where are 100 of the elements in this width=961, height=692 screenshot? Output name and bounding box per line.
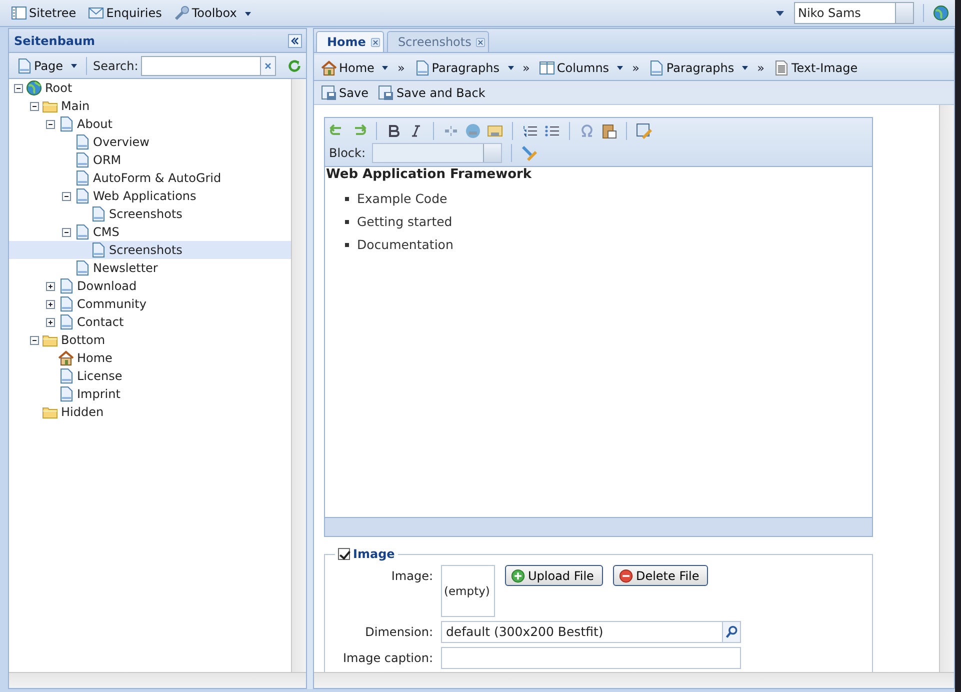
expand-toggle-icon[interactable] bbox=[45, 316, 56, 328]
envelope-icon bbox=[88, 5, 104, 21]
tree-item[interactable]: Newsletter bbox=[9, 259, 291, 277]
tree-item[interactable]: About bbox=[9, 115, 291, 133]
toolbar-button[interactable]: Enquiries bbox=[85, 2, 165, 24]
page-icon bbox=[90, 242, 106, 258]
tree-item[interactable]: License bbox=[9, 367, 291, 385]
tree-item[interactable]: Bottom bbox=[9, 331, 291, 349]
toolbar-button[interactable]: Toolbox bbox=[170, 2, 254, 24]
breadcrumb-button[interactable]: Columns bbox=[536, 56, 626, 78]
collapse-toggle-icon[interactable] bbox=[61, 190, 72, 202]
section-title: Image bbox=[353, 547, 395, 561]
tree-item[interactable]: Imprint bbox=[9, 385, 291, 403]
toolbar-button[interactable]: Sitetree bbox=[8, 2, 80, 24]
bullet-list-icon[interactable] bbox=[544, 123, 560, 139]
expand-toggle-icon[interactable] bbox=[45, 298, 56, 310]
tree-item[interactable]: AutoForm & AutoGrid bbox=[9, 169, 291, 187]
globe-icon bbox=[26, 80, 42, 96]
breadcrumb-button[interactable]: Text-Image bbox=[770, 56, 861, 78]
close-icon[interactable] bbox=[475, 36, 486, 48]
tree-item[interactable]: Contact bbox=[9, 313, 291, 331]
page-icon bbox=[74, 260, 90, 276]
tree-item[interactable]: Screenshots bbox=[9, 241, 291, 259]
collapse-toggle-icon[interactable] bbox=[13, 82, 24, 94]
save-icon bbox=[321, 84, 337, 100]
house-icon bbox=[58, 350, 74, 366]
tree-item[interactable]: ORM bbox=[9, 151, 291, 169]
paste-icon[interactable] bbox=[601, 123, 617, 139]
collapse-toggle-icon[interactable] bbox=[29, 100, 40, 112]
tree-item[interactable]: Root bbox=[9, 79, 291, 97]
clear-button[interactable] bbox=[261, 56, 276, 76]
tree-label: License bbox=[77, 369, 122, 383]
tree-label: Community bbox=[77, 297, 146, 311]
tree-item[interactable]: Community bbox=[9, 295, 291, 313]
tree-item[interactable]: CMS bbox=[9, 223, 291, 241]
breadcrumb-button[interactable]: Paragraphs bbox=[645, 56, 752, 78]
page-icon bbox=[58, 368, 74, 384]
tree-item[interactable]: Download bbox=[9, 277, 291, 295]
edit-icon[interactable] bbox=[636, 123, 652, 139]
block-label: Block: bbox=[329, 146, 366, 160]
scrollbar[interactable] bbox=[291, 79, 306, 672]
list-item: Example Code bbox=[357, 191, 448, 206]
user-select[interactable]: Niko Sams bbox=[794, 2, 914, 24]
collapse-toggle-icon[interactable] bbox=[29, 334, 40, 346]
upload-button[interactable]: Upload File bbox=[505, 565, 603, 586]
image-field[interactable]: (empty) bbox=[441, 565, 495, 617]
breadcrumb-separator: » bbox=[397, 60, 405, 74]
caption-field[interactable] bbox=[441, 647, 741, 669]
field-label: Image: bbox=[390, 568, 433, 583]
tree-item[interactable]: Hidden bbox=[9, 403, 291, 421]
breadcrumb-button[interactable]: Paragraphs bbox=[410, 56, 516, 78]
expand-toggle-icon[interactable] bbox=[45, 280, 56, 292]
save-button[interactable]: Save bbox=[318, 82, 372, 104]
refresh-icon[interactable] bbox=[287, 58, 302, 74]
tab[interactable]: Screenshots bbox=[386, 31, 490, 52]
page-icon bbox=[58, 314, 74, 330]
text-heading: Web Application Framework bbox=[326, 167, 533, 183]
scrollbar[interactable] bbox=[314, 672, 954, 688]
tree-item[interactable]: Web Applications bbox=[9, 187, 291, 205]
tree-label: Overview bbox=[93, 135, 150, 149]
tree-item[interactable]: Main bbox=[9, 97, 291, 115]
globe-icon[interactable] bbox=[933, 5, 949, 21]
collapse-toggle-icon[interactable] bbox=[61, 226, 72, 238]
house-icon bbox=[321, 60, 337, 76]
tree-item[interactable]: Home bbox=[9, 349, 291, 367]
format-brush-icon[interactable] bbox=[520, 145, 536, 161]
search-field[interactable] bbox=[141, 56, 262, 76]
page-icon bbox=[58, 116, 74, 132]
tree-label: Newsletter bbox=[93, 261, 158, 275]
search-label: Search: bbox=[93, 58, 138, 72]
bold-icon[interactable] bbox=[386, 123, 402, 139]
tree-label: Contact bbox=[77, 315, 124, 329]
scrollbar[interactable] bbox=[9, 672, 306, 688]
page-icon bbox=[58, 386, 74, 402]
tree-label: Root bbox=[45, 81, 72, 95]
save-button[interactable]: Save and Back bbox=[375, 82, 488, 104]
page-button[interactable]: Page bbox=[13, 54, 80, 76]
minus-icon bbox=[618, 568, 633, 582]
tree-label: Hidden bbox=[61, 405, 104, 419]
close-icon[interactable] bbox=[370, 36, 381, 48]
save-icon bbox=[378, 84, 394, 100]
scrollbar[interactable] bbox=[939, 105, 954, 672]
tree-label: About bbox=[77, 117, 112, 131]
checkbox[interactable] bbox=[338, 548, 350, 560]
collapse-toggle-icon[interactable] bbox=[45, 118, 56, 130]
page-icon bbox=[58, 296, 74, 312]
tab[interactable]: Home bbox=[316, 31, 384, 52]
search-button[interactable] bbox=[723, 621, 741, 643]
collapse-icon[interactable] bbox=[288, 34, 302, 48]
plus-icon bbox=[511, 568, 525, 582]
tree-label: Bottom bbox=[61, 333, 106, 347]
breadcrumb-button[interactable]: Home bbox=[318, 56, 392, 78]
tree-item[interactable]: Overview bbox=[9, 133, 291, 151]
numbered-list-icon[interactable] bbox=[522, 123, 538, 139]
page-icon bbox=[58, 278, 74, 294]
tree-label: AutoForm & AutoGrid bbox=[93, 171, 222, 185]
tree-item[interactable]: Screenshots bbox=[9, 205, 291, 223]
delete-button[interactable]: Delete File bbox=[612, 565, 708, 586]
page-icon bbox=[74, 188, 90, 204]
dimension-field[interactable]: default (300x200 Bestfit) bbox=[441, 621, 723, 643]
